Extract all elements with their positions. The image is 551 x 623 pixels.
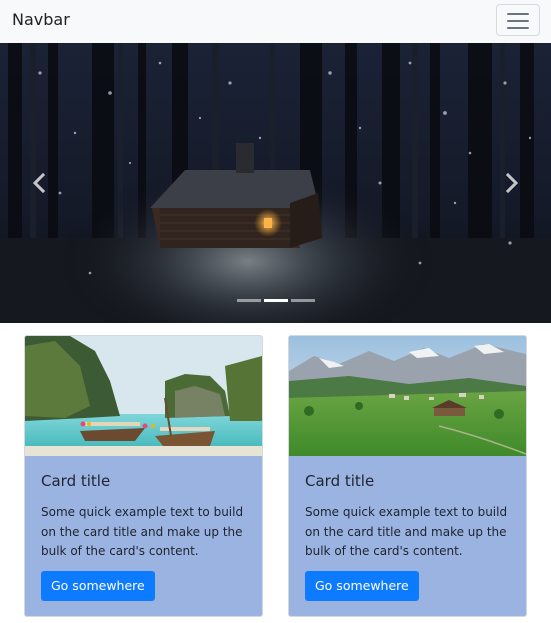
card-text: Some quick example text to build on the … <box>41 505 244 558</box>
card-title: Card title <box>41 472 111 490</box>
carousel-prev-button[interactable] <box>25 168 55 198</box>
carousel-indicator-1[interactable] <box>236 299 261 302</box>
card-image <box>289 336 526 456</box>
card-image <box>25 336 262 456</box>
card-title: Card title <box>305 472 375 490</box>
navbar: Navbar <box>0 0 551 43</box>
carousel-indicators <box>0 299 551 302</box>
go-somewhere-button[interactable]: Go somewhere <box>41 571 155 601</box>
carousel-indicator-2[interactable] <box>263 299 288 302</box>
navbar-brand[interactable]: Navbar <box>12 10 70 29</box>
card: Card title Some quick example text to bu… <box>24 335 263 617</box>
card: Card title Some quick example text to bu… <box>288 335 527 617</box>
carousel-next-button[interactable] <box>496 168 526 198</box>
carousel-indicator-3[interactable] <box>290 299 315 302</box>
carousel <box>0 43 551 323</box>
hamburger-menu-icon <box>507 13 529 29</box>
card-text: Some quick example text to build on the … <box>305 505 508 558</box>
carousel-slide-image <box>0 43 551 323</box>
navbar-toggler-button[interactable] <box>496 4 540 36</box>
go-somewhere-button[interactable]: Go somewhere <box>305 571 419 601</box>
chevron-left-icon <box>32 172 46 194</box>
chevron-right-icon <box>505 172 519 194</box>
